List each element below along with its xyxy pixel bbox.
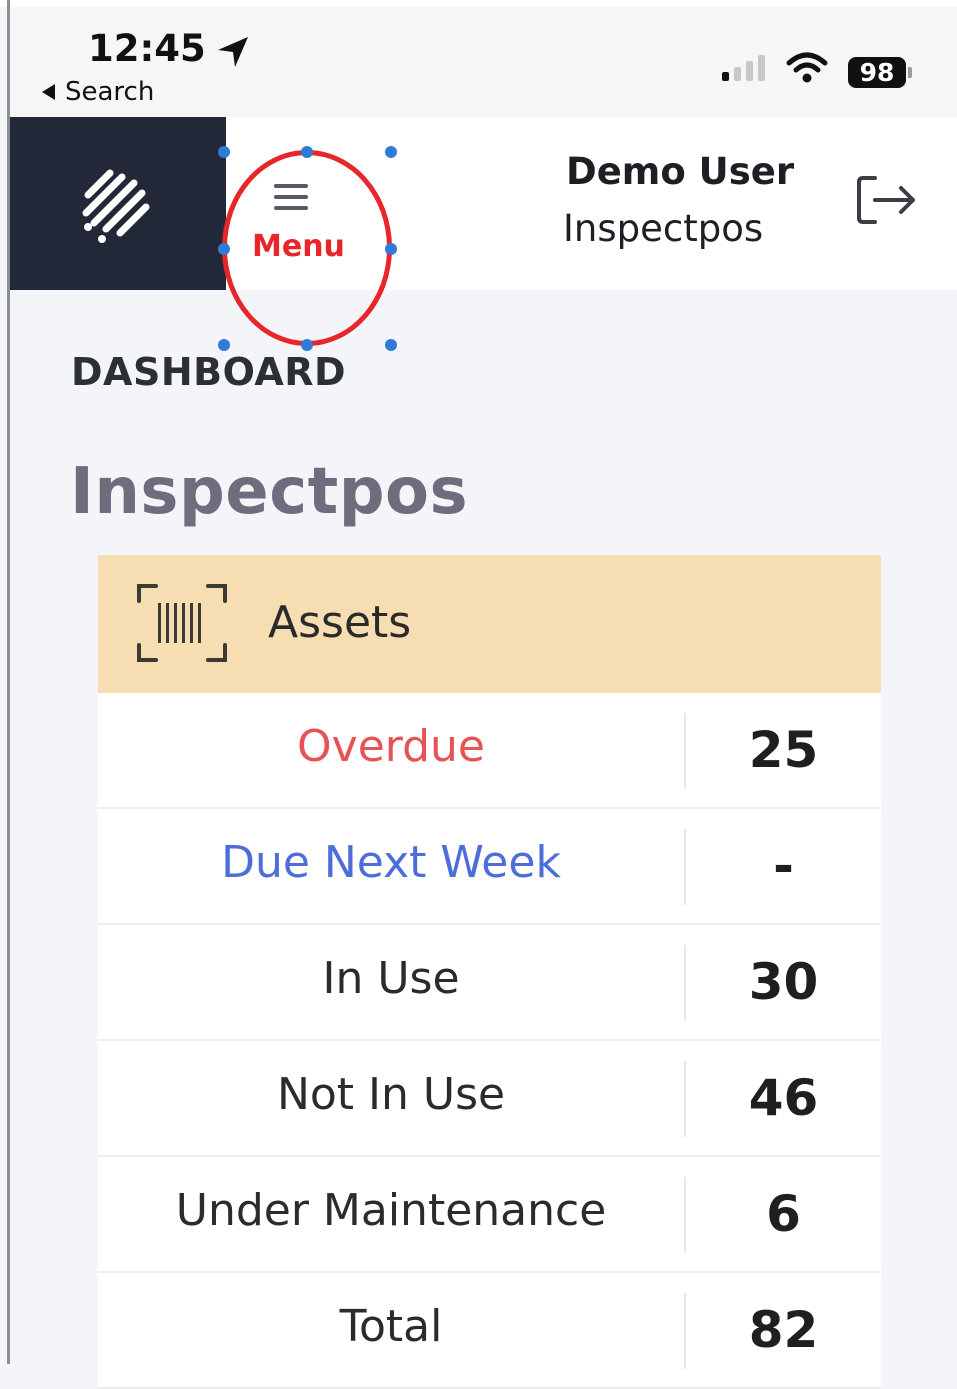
back-label: Search: [65, 77, 155, 107]
company-title: Inspectpos: [70, 455, 469, 529]
annotation-handle: [218, 243, 230, 255]
barcode-icon: [137, 584, 227, 662]
assets-card-title: Assets: [268, 597, 412, 648]
row-value: -: [773, 837, 794, 895]
asset-row-not-in-use[interactable]: Not In Use 46: [98, 1041, 881, 1157]
row-value: 46: [748, 1069, 819, 1127]
battery-indicator: 98: [848, 57, 906, 88]
annotation-handle: [218, 146, 230, 158]
location-arrow-icon: [218, 37, 248, 67]
row-label: Total: [339, 1301, 443, 1352]
row-value: 25: [748, 721, 819, 779]
asset-row-under-maintenance[interactable]: Under Maintenance 6: [98, 1157, 881, 1273]
cell-signal-icon: [722, 55, 765, 81]
logout-icon[interactable]: [855, 172, 921, 228]
status-time: 12:45: [88, 27, 206, 70]
annotation-handle: [385, 339, 397, 351]
annotation-handle: [385, 146, 397, 158]
inspectpos-logo-icon: [82, 169, 150, 243]
user-organization: Inspectpos: [563, 207, 764, 250]
annotation-circle: [222, 150, 392, 346]
asset-row-overdue[interactable]: Overdue 25: [98, 693, 881, 809]
top-cut-strip: [0, 0, 957, 7]
row-value: 30: [748, 953, 819, 1011]
wifi-icon: [786, 52, 828, 83]
asset-row-due-next-week[interactable]: Due Next Week -: [98, 809, 881, 925]
menu-button[interactable]: Menu: [218, 117, 397, 351]
back-triangle-icon: [42, 84, 55, 100]
row-label: Not In Use: [276, 1069, 506, 1120]
row-label: Due Next Week: [221, 837, 561, 888]
back-to-search-link[interactable]: Search: [42, 77, 154, 107]
battery-cap: [908, 67, 912, 78]
assets-summary-table: Overdue 25 Due Next Week - In Use 30 Not…: [98, 693, 881, 1389]
row-label: Under Maintenance: [175, 1185, 607, 1236]
logo-area[interactable]: [10, 117, 226, 290]
row-value: 6: [766, 1185, 801, 1243]
page-title: DASHBOARD: [71, 350, 347, 394]
status-bar: 12:45 Search 98: [10, 7, 957, 117]
row-label: In Use: [322, 953, 460, 1004]
row-value: 82: [748, 1301, 819, 1359]
user-name: Demo User: [566, 150, 795, 193]
asset-row-total[interactable]: Total 82: [98, 1273, 881, 1389]
annotation-handle: [385, 243, 397, 255]
row-label: Overdue: [297, 721, 485, 772]
assets-card-header[interactable]: Assets: [98, 555, 881, 693]
annotation-handle: [301, 146, 313, 158]
asset-row-in-use[interactable]: In Use 30: [98, 925, 881, 1041]
app-header: Menu Demo User Inspectpos: [10, 117, 957, 351]
